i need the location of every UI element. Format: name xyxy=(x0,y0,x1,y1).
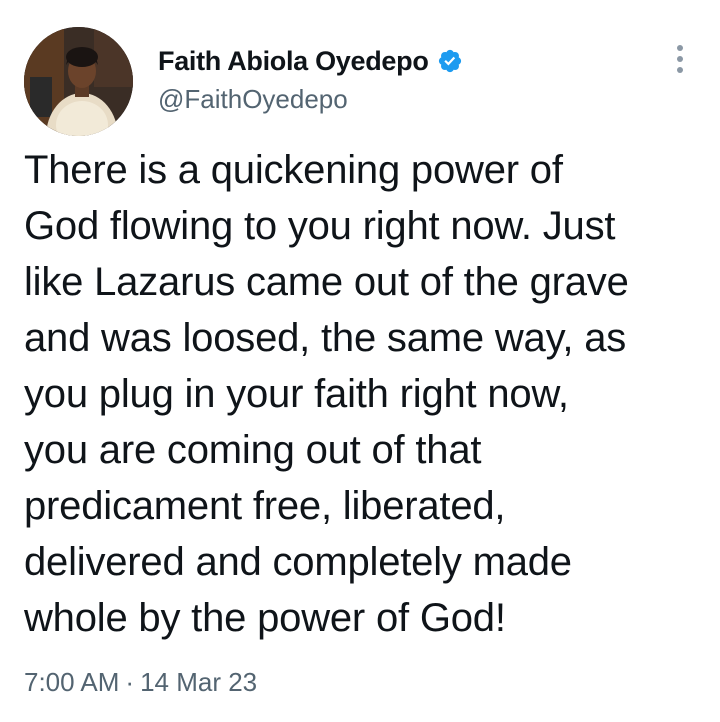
more-dot xyxy=(677,45,683,51)
tweet-text-line: you plug in your faith right now, xyxy=(24,372,569,416)
avatar-photo-icon xyxy=(24,27,133,136)
more-options-icon[interactable] xyxy=(668,42,692,76)
tweet-text-line: There is a quickening power of xyxy=(24,148,563,192)
author-handle[interactable]: @FaithOyedepo xyxy=(158,84,348,115)
tweet-card: Faith Abiola Oyedepo @FaithOyedepo There… xyxy=(0,0,720,722)
tweet-text-line: predicament free, liberated, xyxy=(24,484,506,528)
author-name-row: Faith Abiola Oyedepo xyxy=(158,44,463,78)
tweet-text: There is a quickening power of God flowi… xyxy=(24,142,704,646)
author-display-name[interactable]: Faith Abiola Oyedepo xyxy=(158,46,429,77)
more-dot xyxy=(677,56,683,62)
tweet-text-line: you are coming out of that xyxy=(24,428,482,472)
tweet-text-line: delivered and completely made xyxy=(24,540,572,584)
tweet-timestamp[interactable]: 7:00 AM · 14 Mar 23 xyxy=(24,667,257,698)
tweet-text-line: God flowing to you right now. Just xyxy=(24,204,616,248)
tweet-time: 7:00 AM xyxy=(24,667,120,697)
meta-separator: · xyxy=(125,667,135,697)
verified-badge-icon xyxy=(437,48,463,74)
tweet-text-line: and was loosed, the same way, as xyxy=(24,316,627,360)
tweet-text-line: like Lazarus came out of the grave xyxy=(24,260,629,304)
tweet-date: 14 Mar 23 xyxy=(140,667,258,697)
author-avatar[interactable] xyxy=(24,27,133,136)
tweet-text-line: whole by the power of God! xyxy=(24,596,506,640)
more-dot xyxy=(677,67,683,73)
